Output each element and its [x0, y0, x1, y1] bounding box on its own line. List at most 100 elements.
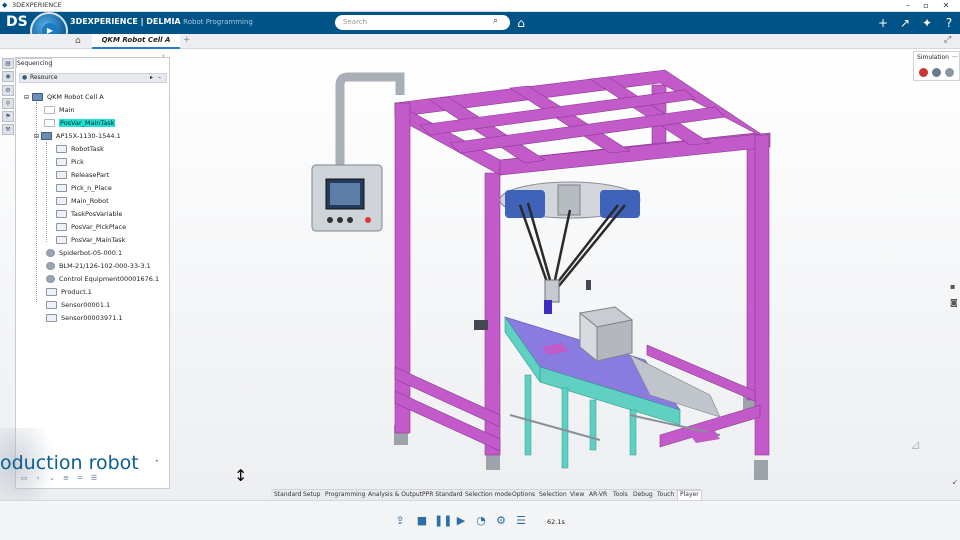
- stop-button[interactable]: ■: [415, 514, 429, 528]
- tree-node-posvar-maintask[interactable]: PosVar_MainTask: [56, 234, 125, 246]
- record-icon[interactable]: [919, 68, 928, 77]
- minimize-button[interactable]: –: [902, 0, 914, 11]
- fullscreen-icon[interactable]: ⤢: [944, 35, 951, 45]
- share-icon[interactable]: ↗: [897, 15, 913, 31]
- tab-ppr-standard[interactable]: PPR Standard: [422, 491, 463, 498]
- tree-node-sensor-2[interactable]: Sensor00003971.1: [46, 312, 123, 324]
- task-icon: [56, 197, 67, 205]
- tree-node-pick[interactable]: Pick: [56, 156, 84, 168]
- tree-node-product[interactable]: Product.1: [46, 286, 92, 298]
- tree-node-posvar-pickplace[interactable]: PosVar_PickPlace: [56, 221, 126, 233]
- tab-touch[interactable]: Touch: [657, 491, 674, 498]
- caption-marker-icon: •: [155, 458, 159, 465]
- video-caption: oduction robot: [0, 452, 139, 474]
- app-label: Robot Programming: [183, 18, 253, 26]
- help-icon[interactable]: ?: [941, 15, 957, 31]
- tab-player[interactable]: Player: [677, 490, 702, 500]
- resource-label: Resource: [30, 74, 58, 81]
- right-tool-icon[interactable]: ▪: [950, 282, 955, 291]
- resource-collapse-icon[interactable]: –: [158, 74, 161, 82]
- tab-setup[interactable]: Setup: [303, 491, 320, 498]
- config-tool-icon[interactable]: ⚑: [2, 111, 14, 122]
- part-icon: [46, 262, 55, 270]
- robot-tool-icon[interactable]: ⚙: [2, 85, 14, 96]
- top-bar: 3DEXPERIENCE | DELMIA Robot Programming …: [0, 12, 960, 34]
- simulation-panel: Simulation …: [913, 51, 960, 81]
- tab-analysis-output[interactable]: Analysis & Output: [368, 491, 422, 498]
- tree-node-blm[interactable]: BLM-21/126-102-000-33-3.1: [46, 260, 151, 272]
- tree-node-releasepart[interactable]: ReleasePart: [56, 169, 109, 181]
- tools-icon[interactable]: ✦: [919, 15, 935, 31]
- task-icon: [56, 158, 67, 166]
- list-icon[interactable]: ☰: [514, 514, 528, 528]
- collapse-all-icon[interactable]: =: [75, 473, 85, 483]
- tab-debug[interactable]: Debug: [633, 491, 653, 498]
- add-icon[interactable]: +: [875, 15, 891, 31]
- robot-cell-3d-model[interactable]: [300, 55, 780, 495]
- search-box[interactable]: ⌕: [335, 15, 510, 30]
- part-icon: [46, 249, 55, 257]
- tree-node-spiderbot[interactable]: Spiderbot-05-000.1: [46, 247, 122, 259]
- collapse-icon[interactable]: ⊟: [24, 94, 29, 101]
- snapshot-icon[interactable]: ◙: [950, 298, 958, 307]
- restore-button[interactable]: ▫: [920, 0, 932, 11]
- window-titlebar: ◆ 3DEXPERIENCE – ▫ ✕: [0, 0, 960, 12]
- tab-options[interactable]: Options: [512, 491, 535, 498]
- tree-node-main-robot[interactable]: Main_Robot: [56, 195, 109, 207]
- pause-button[interactable]: ❚❚: [434, 514, 452, 528]
- tab-qkm-robot-cell[interactable]: QKM Robot Cell A: [92, 34, 180, 49]
- axis-compass-icon[interactable]: ⊿: [910, 438, 921, 453]
- arrow-left-icon[interactable]: ‹: [33, 473, 43, 483]
- replay-icon[interactable]: [945, 68, 954, 77]
- task-icon: [56, 236, 67, 244]
- tab-selection[interactable]: Selection: [539, 491, 567, 498]
- robot-icon: [41, 132, 53, 140]
- search-icon[interactable]: ⌕: [493, 16, 498, 26]
- tree-node-sensor-1[interactable]: Sensor00001.1: [46, 299, 110, 311]
- resource-pin-icon[interactable]: ▸: [150, 74, 153, 82]
- tab-tools[interactable]: Tools: [613, 491, 628, 498]
- expand-corner-icon[interactable]: ↙: [952, 478, 958, 486]
- collapse-panel-icon[interactable]: ‹: [162, 52, 165, 60]
- sensor-icon: [46, 314, 57, 322]
- tag-icon[interactable]: ⌂: [513, 15, 529, 31]
- tab-standard[interactable]: Standard: [274, 491, 301, 498]
- tree-node-robot[interactable]: ⊟ AP15X-1130-1544.1: [34, 130, 121, 142]
- tree-node-pick-n-place[interactable]: Pick_n_Place: [56, 182, 112, 194]
- home-icon[interactable]: ⌂: [75, 36, 81, 46]
- tree-node-posvar-maintask-selected[interactable]: PosVar_MainTask: [44, 117, 116, 129]
- settings-gear-icon[interactable]: ⚙: [494, 514, 508, 528]
- tab-programming[interactable]: Programming: [325, 491, 365, 498]
- tree-tool-icon[interactable]: ▤: [2, 58, 14, 69]
- expand-icon[interactable]: ≡: [61, 473, 71, 483]
- speed-icon[interactable]: ◔: [474, 514, 488, 528]
- tab-selection-mode[interactable]: Selection mode: [465, 491, 512, 498]
- search-input[interactable]: [343, 18, 493, 26]
- resource-tool-icon[interactable]: ◉: [2, 71, 14, 82]
- export-icon[interactable]: ⇪: [393, 514, 407, 528]
- camera-icon[interactable]: [932, 68, 941, 77]
- list-view-icon[interactable]: ☰: [89, 473, 99, 483]
- tree-node-robottask[interactable]: RobotTask: [56, 143, 104, 155]
- simulation-time: 62.1s: [547, 518, 565, 526]
- close-button[interactable]: ✕: [940, 0, 952, 11]
- simulation-label: Simulation: [917, 54, 949, 61]
- tree-node-main[interactable]: Main: [44, 104, 75, 116]
- add-tab-icon[interactable]: +: [183, 35, 191, 45]
- tab-ar-vr[interactable]: AR-VR: [589, 491, 607, 498]
- step-forward-button[interactable]: ▶: [454, 514, 468, 528]
- settings-tool-icon[interactable]: ⚒: [2, 124, 14, 135]
- simulation-menu-icon[interactable]: …: [952, 52, 958, 59]
- tree-node-control-equipment[interactable]: Control Equipment00001676.1: [46, 273, 159, 285]
- task-icon: [56, 223, 67, 231]
- resource-header[interactable]: ● Resource ▸ –: [19, 73, 167, 83]
- tab-sequencing[interactable]: Sequencing: [16, 58, 52, 68]
- arrow-down-icon[interactable]: ⌄: [47, 473, 57, 483]
- collapse-icon[interactable]: ⊟: [34, 133, 39, 140]
- resize-cursor-icon: ↕: [234, 466, 248, 485]
- filter-icon[interactable]: ▭: [19, 473, 29, 483]
- tree-node-taskposvariable[interactable]: TaskPosVariable: [56, 208, 122, 220]
- tree-node-root[interactable]: ⊟ QKM Robot Cell A: [24, 91, 104, 103]
- link-tool-icon[interactable]: ⚲: [2, 98, 14, 109]
- tab-view[interactable]: View: [570, 491, 584, 498]
